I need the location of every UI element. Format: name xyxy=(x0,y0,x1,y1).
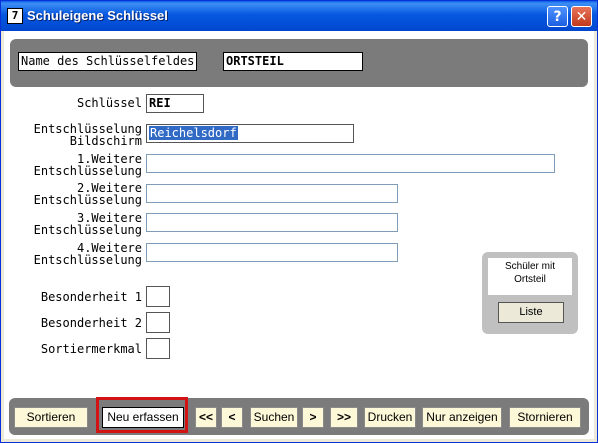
sortiermerkmal-input[interactable] xyxy=(146,338,170,359)
client-area: Name des Schlüsselfeldes ORTSTEIL Schlüs… xyxy=(4,31,594,439)
highlight-annotation xyxy=(96,397,188,433)
key-field-name-value: ORTSTEIL xyxy=(223,52,363,71)
weitere-1-label-line2: Entschlüsselung xyxy=(33,164,142,178)
side-panel-text-line2: Ortsteil xyxy=(514,274,546,285)
next-record-button[interactable]: > xyxy=(302,407,324,428)
entschl-bildschirm-input[interactable]: Reichelsdorf xyxy=(146,124,354,143)
nur-anzeigen-button[interactable]: Nur anzeigen xyxy=(422,407,502,428)
stornieren-button[interactable]: Stornieren xyxy=(509,407,581,428)
suchen-button[interactable]: Suchen xyxy=(250,407,298,428)
entschl-bildschirm-label-line2: Bildschirm xyxy=(69,134,142,148)
sortiermerkmal-label: Sortiermerkmal xyxy=(40,342,142,356)
selected-text: Reichelsdorf xyxy=(149,126,238,140)
help-button[interactable]: ? xyxy=(547,6,568,27)
besonderheit-2-input[interactable] xyxy=(146,312,170,333)
weitere-4-label-line2: Entschlüsselung xyxy=(33,253,142,267)
schueler-mit-ortsteil-panel: Schüler mit Ortsteil Liste xyxy=(482,252,578,334)
dialog-window: 7 Schuleigene Schlüssel ? ✕ Name des Sch… xyxy=(0,0,598,443)
sortieren-button[interactable]: Sortieren xyxy=(14,407,88,428)
key-field-name-label: Name des Schlüsselfeldes xyxy=(18,52,198,71)
weitere-3-input[interactable] xyxy=(146,213,398,232)
app-icon: 7 xyxy=(7,8,23,24)
close-button[interactable]: ✕ xyxy=(571,6,592,27)
schluessel-input[interactable]: REI xyxy=(146,94,204,113)
side-panel-text-line1: Schüler mit xyxy=(504,261,555,272)
weitere-4-input[interactable] xyxy=(146,243,398,262)
liste-button[interactable]: Liste xyxy=(498,302,564,323)
window-title: Schuleigene Schlüssel xyxy=(27,8,168,23)
besonderheit-1-input[interactable] xyxy=(146,286,170,307)
weitere-1-input[interactable] xyxy=(146,154,555,173)
weitere-2-input[interactable] xyxy=(146,184,398,203)
previous-record-button[interactable]: < xyxy=(221,407,243,428)
weitere-3-label-line2: Entschlüsselung xyxy=(33,223,142,237)
besonderheit-1-label: Besonderheit 1 xyxy=(40,290,142,304)
last-record-button[interactable]: >> xyxy=(330,407,358,428)
drucken-button[interactable]: Drucken xyxy=(364,407,416,428)
side-panel-text: Schüler mit Ortsteil xyxy=(488,258,572,295)
first-record-button[interactable]: << xyxy=(195,407,217,428)
header-panel: Name des Schlüsselfeldes ORTSTEIL xyxy=(10,39,588,87)
title-bar[interactable]: 7 Schuleigene Schlüssel ? ✕ xyxy=(1,1,597,31)
besonderheit-2-label: Besonderheit 2 xyxy=(40,316,142,330)
schluessel-label: Schlüssel xyxy=(76,96,142,110)
weitere-2-label-line2: Entschlüsselung xyxy=(33,193,142,207)
